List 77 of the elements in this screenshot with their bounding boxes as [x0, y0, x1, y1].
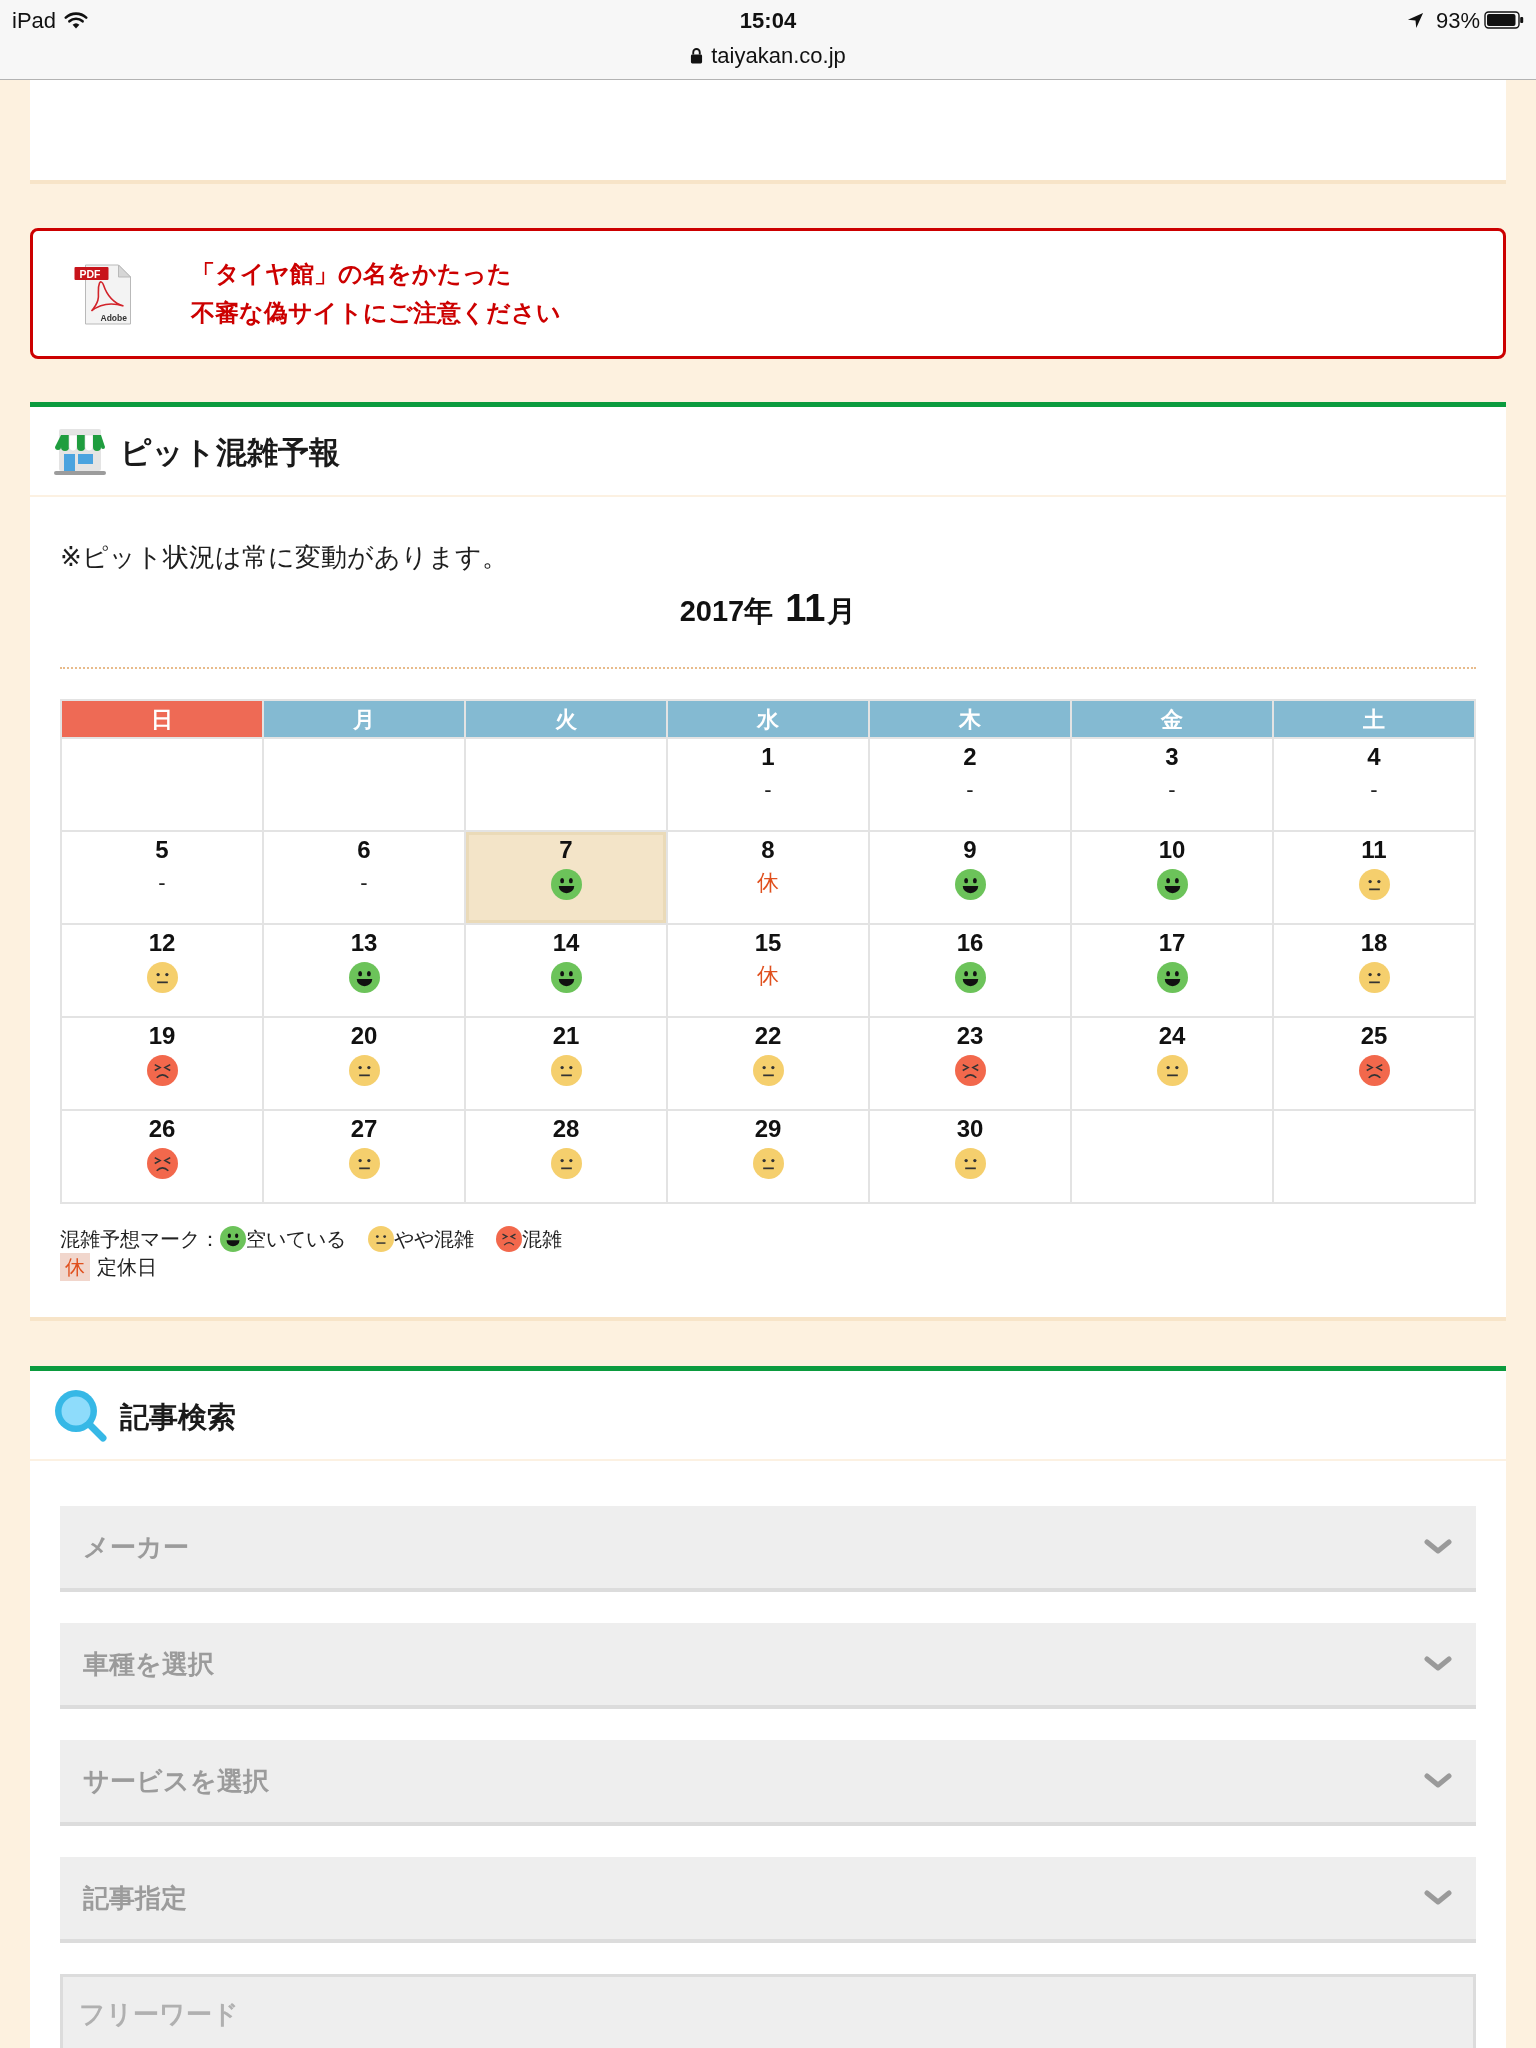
- chevron-down-icon: [1424, 1890, 1452, 1906]
- status-text: -: [966, 776, 974, 804]
- day-number: 10: [1158, 836, 1186, 864]
- dropdown-select[interactable]: サービスを選択: [60, 1740, 1476, 1826]
- search-icon: [52, 1387, 108, 1443]
- day-number: 5: [155, 836, 169, 864]
- day-number: 3: [1165, 743, 1179, 771]
- day-number: 24: [1158, 1022, 1186, 1050]
- day-number: 16: [956, 929, 984, 957]
- legend-text: やや混雑: [394, 1227, 474, 1252]
- calendar-month-title: 2017年 11月: [679, 595, 857, 627]
- day-number: 23: [956, 1022, 984, 1050]
- day-number: 25: [1360, 1022, 1388, 1050]
- weekday-header: 土: [1273, 700, 1475, 738]
- device-name: iPad: [12, 6, 57, 35]
- day-number: 29: [754, 1115, 782, 1143]
- day-number: 19: [148, 1022, 176, 1050]
- closed-day-text: 休: [757, 962, 779, 990]
- day-number: 14: [552, 929, 580, 957]
- day-number: 18: [1360, 929, 1388, 957]
- day-number: 13: [350, 929, 378, 957]
- day-number: 9: [963, 836, 977, 864]
- location-arrow-icon: [1406, 11, 1424, 29]
- caption-text: Adobe: [100, 312, 127, 323]
- weekday-header: 日: [61, 700, 263, 738]
- day-number: 30: [956, 1115, 984, 1143]
- day-number: 2: [963, 743, 977, 771]
- day-number: 26: [148, 1115, 176, 1143]
- day-number: 8: [761, 836, 775, 864]
- dropdown-select[interactable]: 記事指定: [60, 1857, 1476, 1943]
- storefront-icon: [52, 427, 108, 475]
- day-number: 22: [754, 1022, 782, 1050]
- weekday-header: 水: [667, 700, 869, 738]
- warning-banner-link[interactable]: PDF Adobe 「タイヤ館」の名をかたった 不審な偽サイトにご注意ください: [30, 228, 1506, 359]
- day-number: 27: [350, 1115, 378, 1143]
- note-text: ※ピット状況は常に変動があります。: [60, 541, 509, 574]
- dropdown-select[interactable]: 車種を選択: [60, 1623, 1476, 1709]
- closed-day-mark: 休: [60, 1253, 90, 1281]
- day-number: 17: [1158, 929, 1186, 957]
- status-text: -: [1370, 776, 1378, 804]
- legend-text: 定休日: [97, 1255, 157, 1280]
- section-title: 記事検索: [120, 1399, 236, 1435]
- free-word-field[interactable]: フリーワード: [60, 1974, 1476, 2048]
- day-number: 20: [350, 1022, 378, 1050]
- status-text: -: [1168, 776, 1176, 804]
- chevron-down-icon: [1424, 1773, 1452, 1789]
- day-number: 28: [552, 1115, 580, 1143]
- dropdown-select[interactable]: メーカー: [60, 1506, 1476, 1592]
- weekday-header: 月: [263, 700, 465, 738]
- weekday-header: 木: [869, 700, 1071, 738]
- day-number: 11: [1361, 836, 1387, 864]
- closed-day-text: 休: [757, 869, 779, 897]
- day-number: 15: [754, 929, 782, 957]
- lock-icon: [690, 46, 704, 64]
- day-number: 4: [1367, 743, 1381, 771]
- chevron-down-icon: [1424, 1539, 1452, 1555]
- day-number: 21: [552, 1022, 580, 1050]
- url-text[interactable]: taiyakan.co.jp: [711, 38, 846, 72]
- clock-time: 15:04: [739, 7, 797, 33]
- status-text: -: [764, 776, 772, 804]
- legend-text: 空いている: [246, 1227, 346, 1252]
- status-text: -: [360, 869, 368, 897]
- weekday-header: 火: [465, 700, 667, 738]
- day-number: 7: [559, 836, 573, 864]
- day-number: 1: [761, 743, 775, 771]
- legend-title: 混雑予想マーク：: [60, 1227, 220, 1252]
- weekday-header: 金: [1071, 700, 1273, 738]
- wifi-icon: [64, 11, 89, 29]
- status-text: -: [158, 869, 166, 897]
- day-number: 12: [148, 929, 176, 957]
- battery-percent: 93%: [1435, 6, 1480, 35]
- legend-text: 混雑: [522, 1227, 562, 1252]
- chevron-down-icon: [1424, 1656, 1452, 1672]
- pdf-label: PDF: [74, 266, 109, 280]
- day-number: 6: [357, 836, 371, 864]
- battery-icon: [1484, 11, 1524, 29]
- section-title: ピット混雑予報: [120, 434, 340, 472]
